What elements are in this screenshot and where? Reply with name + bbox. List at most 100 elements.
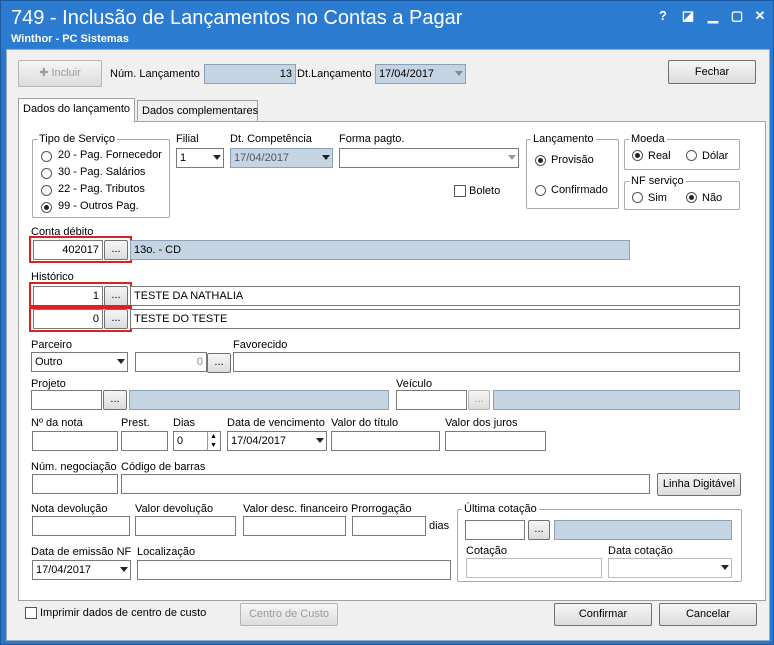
radio-pag-tributos[interactable] [41,185,52,196]
tipo-servico-group: Tipo de Serviço 20 - Pag. Fornecedor 30 … [32,133,170,218]
competencia-field[interactable]: 17/04/2017 [230,148,333,168]
fechar-button[interactable]: Fechar [668,60,756,84]
nota-devolucao-field[interactable] [32,516,130,536]
chevron-down-icon [316,438,324,443]
num-lancamento-label: Núm. Lançamento [110,68,200,80]
linha-digitavel-button[interactable]: Linha Digitável [657,473,741,496]
chevron-down-icon [322,155,330,160]
num-negociacao-field[interactable] [32,474,118,494]
cotacao-search-button[interactable]: ... [528,520,550,540]
window-client-area: ✚ Incluir Núm. Lançamento 13 Dt.Lançamen… [6,49,770,641]
forma-pagto-select[interactable] [339,148,519,168]
boleto-checkbox[interactable] [454,185,466,197]
filial-select[interactable]: 1 [176,148,224,168]
valor-devolucao-field[interactable] [135,516,236,536]
valor-titulo-field[interactable] [331,431,440,451]
tab-dados-lancamento[interactable]: Dados do lançamento [18,98,135,122]
conta-debito-description: 13o. - CD [130,240,630,260]
tab-dados-complementares[interactable]: Dados complementares [137,100,258,122]
option-outros-pag: 99 - Outros Pag. [58,200,139,212]
centro-custo-button[interactable]: Centro de Custo [240,603,338,626]
help-icon[interactable]: ? [654,8,672,24]
vencimento-field[interactable]: 17/04/2017 [227,431,327,451]
option-nf-sim: Sim [648,192,667,204]
stepper-down-icon[interactable]: ▼ [207,441,219,450]
option-pag-salarios: 30 - Pag. Salários [58,166,146,178]
incluir-button[interactable]: ✚ Incluir [18,60,102,87]
favorecido-field[interactable] [233,352,740,372]
maximize-icon[interactable]: ▢ [728,8,746,24]
projeto-label: Projeto [31,378,66,390]
radio-real[interactable] [632,150,643,161]
emissao-nf-field[interactable]: 17/04/2017 [32,560,131,580]
historico-text-1[interactable]: TESTE DA NATHALIA [130,286,740,306]
dt-lancamento-field[interactable]: 17/04/2017 [375,64,466,84]
valor-devolucao-label: Valor devolução [135,503,214,515]
num-negociacao-label: Núm. negociação [31,461,117,473]
dias-stepper[interactable]: 0 ▲ ▼ [173,431,221,451]
projeto-description [129,390,389,410]
tipo-servico-title: Tipo de Serviço [37,133,118,145]
imprimir-checkbox[interactable] [25,607,37,619]
codigo-barras-label: Código de barras [121,461,206,473]
localizacao-field[interactable] [137,560,451,580]
parceiro-value: Outro [35,356,63,368]
radio-provisao[interactable] [535,155,546,166]
cotacao-code[interactable] [465,520,525,540]
parceiro-select[interactable]: Outro [31,352,128,372]
cancelar-button[interactable]: Cancelar [659,603,757,626]
nota-label: Nº da nota [31,417,83,429]
moeda-group: Moeda Real Dólar [624,133,740,170]
nf-servico-group: NF serviço Sim Não [624,175,740,210]
radio-dolar[interactable] [686,150,697,161]
filial-value: 1 [180,152,187,164]
option-pag-tributos: 22 - Pag. Tributos [58,183,145,195]
prorrogacao-field[interactable] [352,516,426,536]
projeto-code[interactable] [31,390,102,410]
radio-confirmado[interactable] [535,185,546,196]
radio-nf-nao[interactable] [686,192,697,203]
prest-field[interactable] [121,431,168,451]
num-lancamento-field[interactable]: 13 [204,64,296,84]
radio-pag-salarios[interactable] [41,168,52,179]
parceiro-search-button[interactable]: ... [207,353,231,373]
radio-outros-pag[interactable] [41,202,52,213]
parceiro-code[interactable]: 0 [135,352,207,372]
parceiro-label: Parceiro [31,339,72,351]
close-icon[interactable]: ✕ [751,8,769,24]
historico-text-2[interactable]: TESTE DO TESTE [130,309,740,329]
dt-lancamento-label: Dt.Lançamento [297,68,372,80]
moeda-title: Moeda [629,133,667,145]
emissao-nf-value: 17/04/2017 [36,564,92,576]
valor-desc-fin-field[interactable] [243,516,346,536]
minimize-icon[interactable]: ▁ [704,8,722,24]
option-dolar: Dólar [702,150,729,162]
radio-nf-sim[interactable] [632,192,643,203]
stepper-up-icon[interactable]: ▲ [207,432,219,441]
radio-pag-fornecedor[interactable] [41,151,52,162]
option-nf-nao: Não [702,192,723,204]
chevron-down-icon [117,359,125,364]
data-cotacao-field[interactable] [608,558,732,578]
cotacao-field[interactable] [466,558,602,578]
application-window: 749 - Inclusão de Lançamentos no Contas … [0,0,774,645]
prorrogacao-unit: dias [429,520,450,532]
projeto-search-button[interactable]: ... [103,390,127,410]
veiculo-search-button[interactable]: ... [468,390,490,410]
dt-lancamento-value: 17/04/2017 [379,68,435,80]
highlight-historico-2 [29,305,132,332]
cotacao-label: Cotação [466,545,507,557]
option-provisao: Provisão [551,154,594,166]
nota-field[interactable] [32,431,118,451]
title-bar: 749 - Inclusão de Lançamentos no Contas … [1,1,773,49]
chevron-down-icon [213,155,221,160]
imprimir-label: Imprimir dados de centro de custo [40,607,207,619]
restore-icon[interactable]: ◪ [679,8,697,24]
codigo-barras-field[interactable] [121,474,650,494]
confirmar-button[interactable]: Confirmar [554,603,652,626]
chevron-down-icon [120,567,128,572]
valor-juros-field[interactable] [445,431,546,451]
plus-icon: ✚ [39,67,49,79]
veiculo-code[interactable] [396,390,467,410]
window-subtitle: Winthor - PC Sistemas [11,33,129,45]
